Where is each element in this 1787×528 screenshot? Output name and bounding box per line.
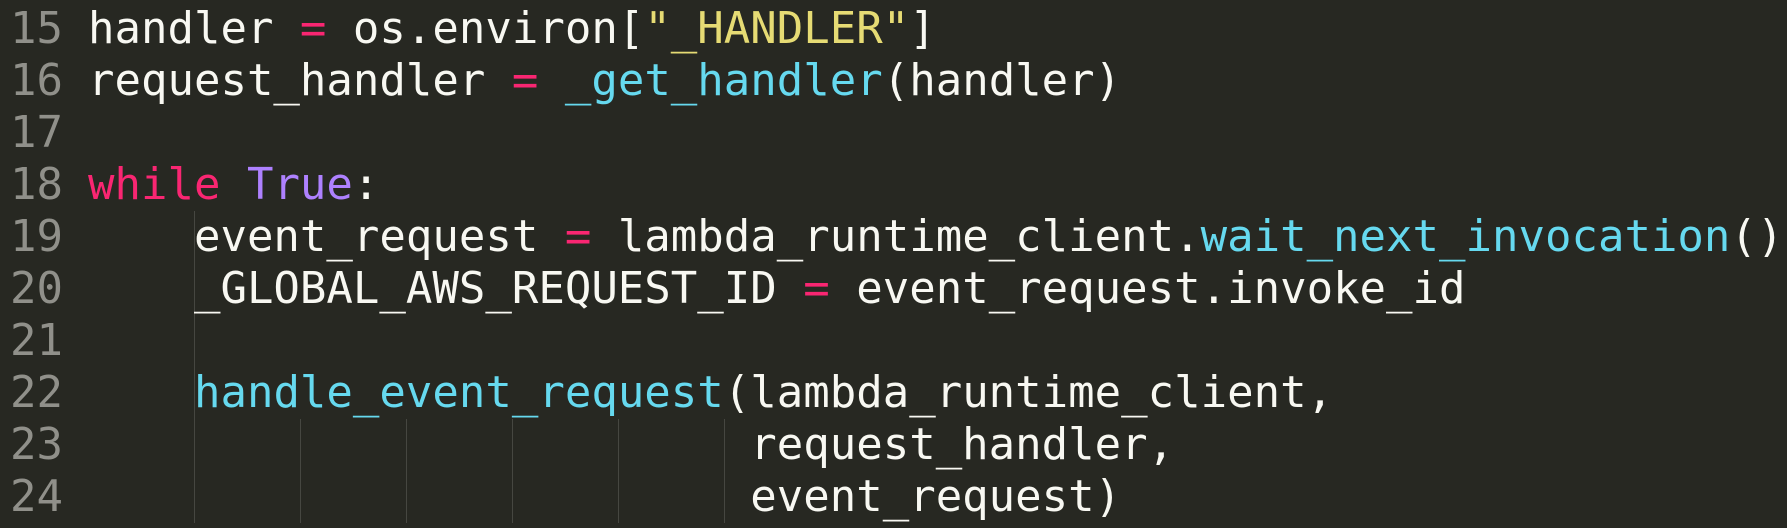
code-line[interactable]: 18 while True: (0, 159, 1787, 211)
code-token: _get_handler (564, 55, 883, 106)
indent-guide (193, 315, 195, 367)
code-token: _GLOBAL_AWS_REQUEST_ID (88, 263, 804, 314)
code-text[interactable]: handler = os.environ["_HANDLER"] (88, 3, 936, 55)
code-line[interactable]: 23 request_handler, (0, 419, 1787, 471)
code-token: event_request.invoke_id (829, 263, 1466, 314)
code-token: handler (88, 3, 300, 54)
code-token: handle_event_request (193, 367, 724, 418)
code-line[interactable]: 19 event_request = lambda_runtime_client… (0, 211, 1787, 263)
code-token: = (564, 211, 592, 262)
code-token: wait_next_invocation (1200, 211, 1731, 262)
code-text[interactable]: _GLOBAL_AWS_REQUEST_ID = event_request.i… (88, 263, 1466, 315)
line-number: 22 (10, 367, 63, 418)
code-token: (handler) (882, 55, 1122, 106)
line-number: 19 (10, 211, 63, 262)
code-text[interactable]: event_request = lambda_runtime_client.wa… (88, 211, 1783, 263)
code-line[interactable]: 17 (0, 107, 1787, 159)
code-token: ] (909, 3, 936, 54)
code-token: : (352, 159, 380, 210)
code-token: = (511, 55, 539, 106)
code-line[interactable]: 22 handle_event_request(lambda_runtime_c… (0, 367, 1787, 419)
code-line[interactable]: 21 (0, 315, 1787, 367)
code-token: while (88, 159, 221, 210)
code-line[interactable]: 16 request_handler = _get_handler(handler… (0, 55, 1787, 107)
code-token: lambda_runtime_client. (591, 211, 1201, 262)
line-number: 17 (10, 107, 63, 158)
line-number: 15 (10, 3, 63, 54)
code-text[interactable]: request_handler = _get_handler(handler) (88, 55, 1121, 107)
code-text[interactable]: event_request) (88, 471, 1121, 523)
line-number: 20 (10, 263, 63, 314)
code-token: request_handler (88, 55, 512, 106)
line-number: 21 (10, 315, 63, 366)
line-number: 18 (10, 159, 63, 210)
code-token: event_request (88, 211, 565, 262)
code-line[interactable]: 24 event_request) (0, 471, 1787, 523)
code-token: request_handler, (88, 419, 1175, 470)
code-text[interactable]: while True: (88, 159, 379, 211)
code-token: () (1730, 211, 1784, 262)
code-editor[interactable]: 15 handler = os.environ["_HANDLER"] 16 requ… (0, 0, 1787, 528)
code-token: os.environ[ (326, 3, 645, 54)
code-token: event_request) (88, 471, 1122, 522)
code-token: "_HANDLER" (644, 3, 910, 54)
line-number: 16 (10, 55, 63, 106)
code-text[interactable]: request_handler, (88, 419, 1174, 471)
code-token: True (246, 159, 353, 210)
code-token: = (299, 3, 327, 54)
code-token: = (803, 263, 830, 314)
code-line[interactable]: 20 _GLOBAL_AWS_REQUEST_ID = event_reques… (0, 263, 1787, 315)
line-number: 23 (10, 419, 63, 470)
code-token: (lambda_runtime_client, (723, 367, 1334, 418)
line-number: 24 (10, 471, 63, 522)
code-text[interactable]: handle_event_request(lambda_runtime_clie… (88, 367, 1333, 419)
code-line[interactable]: 15 handler = os.environ["_HANDLER"] (0, 3, 1787, 55)
